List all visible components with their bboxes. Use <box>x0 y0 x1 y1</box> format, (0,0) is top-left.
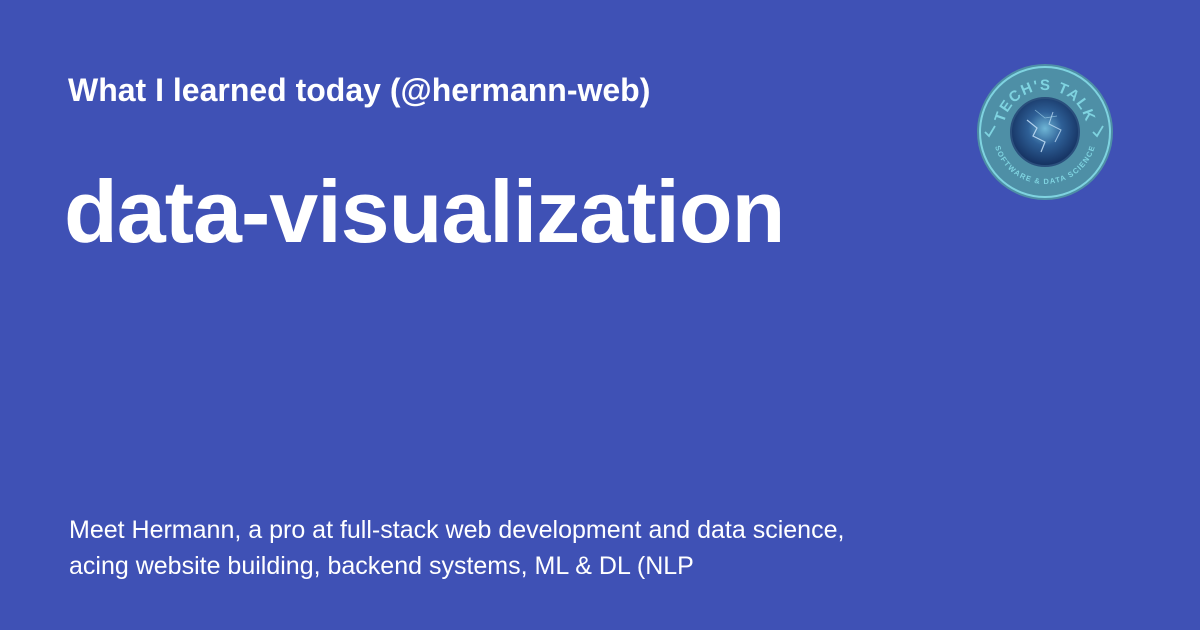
social-card: What I learned today (@hermann-web) data… <box>0 0 1200 630</box>
card-description: Meet Hermann, a pro at full-stack web de… <box>69 516 845 580</box>
card-subtitle: What I learned today (@hermann-web) <box>68 72 651 108</box>
techs-talk-logo: TECH'S TALK SOFTWARE & DATA SCIENCE <box>977 64 1113 200</box>
card-title: data-visualization <box>64 162 785 261</box>
